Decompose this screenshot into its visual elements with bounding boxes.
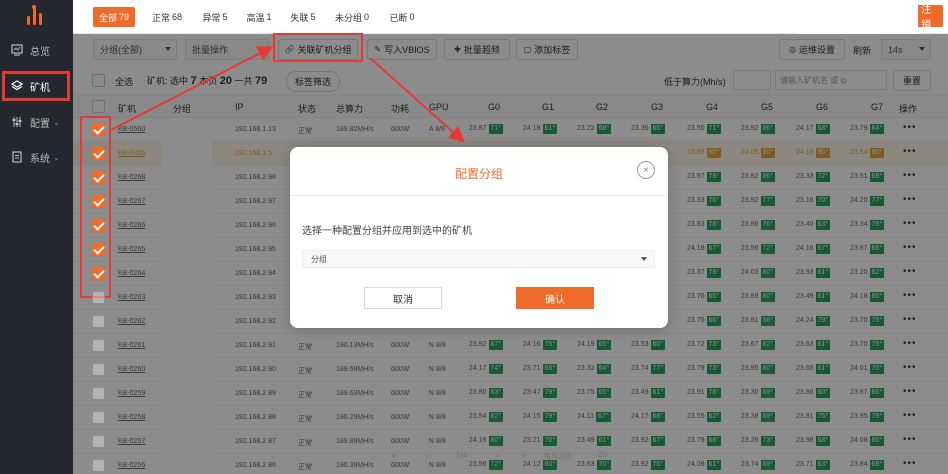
row-checkbox-highlight[interactable] xyxy=(92,459,105,472)
row-checkbox-highlight[interactable] xyxy=(92,195,105,208)
sidebar-item-system[interactable]: 系统 ⌄ xyxy=(0,143,73,171)
tab-lost[interactable]: 失联 5 xyxy=(285,7,321,27)
sidebar-item-config[interactable]: 配置 ⌄ xyxy=(0,108,73,136)
dialog-title: 配置分组 xyxy=(454,167,503,181)
document-icon xyxy=(10,150,24,164)
config-group-dialog: 配置分组 × 选择一种配置分组并应用到选中的矿机 分组 取消 确认 xyxy=(290,147,668,328)
divider xyxy=(290,195,668,196)
tab-abnormal[interactable]: 异常 5 xyxy=(197,7,233,27)
row-checkbox-highlight[interactable] xyxy=(92,387,105,400)
chevron-down-icon: ⌄ xyxy=(53,117,60,127)
chevron-down-icon: ⌄ xyxy=(53,152,60,162)
row-checkbox-highlight[interactable] xyxy=(92,315,105,328)
tab-disconnected[interactable]: 已断 0 xyxy=(381,7,423,27)
row-checkbox-highlight[interactable] xyxy=(92,267,105,280)
row-checkbox-highlight[interactable] xyxy=(92,243,105,256)
close-icon[interactable]: × xyxy=(637,161,655,179)
row-checkbox-highlight[interactable] xyxy=(92,363,105,376)
sidebar-item-label: 总览 xyxy=(30,46,50,58)
sidebar-item-label: 配置 xyxy=(30,118,50,130)
cancel-button[interactable]: 取消 xyxy=(364,287,442,309)
confirm-button[interactable]: 确认 xyxy=(516,287,594,309)
chevron-down-icon xyxy=(641,257,647,261)
sidebar-item-miners[interactable]: 矿机 xyxy=(3,72,69,100)
row-checkbox-highlight[interactable] xyxy=(92,435,105,448)
app-logo xyxy=(26,5,48,25)
row-checkbox-highlight[interactable] xyxy=(92,411,105,424)
layers-icon xyxy=(10,79,24,93)
tab-normal[interactable]: 正常 68 xyxy=(145,7,189,27)
group-dropdown[interactable]: 分组 xyxy=(302,250,655,268)
row-checkbox-highlight[interactable] xyxy=(92,123,105,136)
sidebar-item-label: 矿机 xyxy=(30,82,50,94)
tab-ungrouped[interactable]: 未分组 0 xyxy=(329,7,375,27)
row-checkbox-highlight[interactable] xyxy=(92,147,105,160)
row-checkbox-highlight[interactable] xyxy=(92,171,105,184)
sidebar-item-overview[interactable]: 总览 xyxy=(0,36,73,64)
tab-all[interactable]: 全部 79 xyxy=(93,7,135,27)
sidebar-item-label: 系统 xyxy=(30,153,50,165)
row-checkbox-highlight[interactable] xyxy=(92,339,105,352)
sidebar: 总览 矿机 配置 ⌄ 系统 ⌄ xyxy=(0,0,73,474)
row-checkbox-highlight[interactable] xyxy=(92,219,105,232)
sliders-icon xyxy=(10,115,24,129)
row-checkbox-highlight[interactable] xyxy=(92,291,105,304)
tab-high-temp[interactable]: 高温 1 xyxy=(241,7,277,27)
overview-icon xyxy=(10,43,24,57)
dialog-description: 选择一种配置分组并应用到选中的矿机 xyxy=(302,226,472,237)
